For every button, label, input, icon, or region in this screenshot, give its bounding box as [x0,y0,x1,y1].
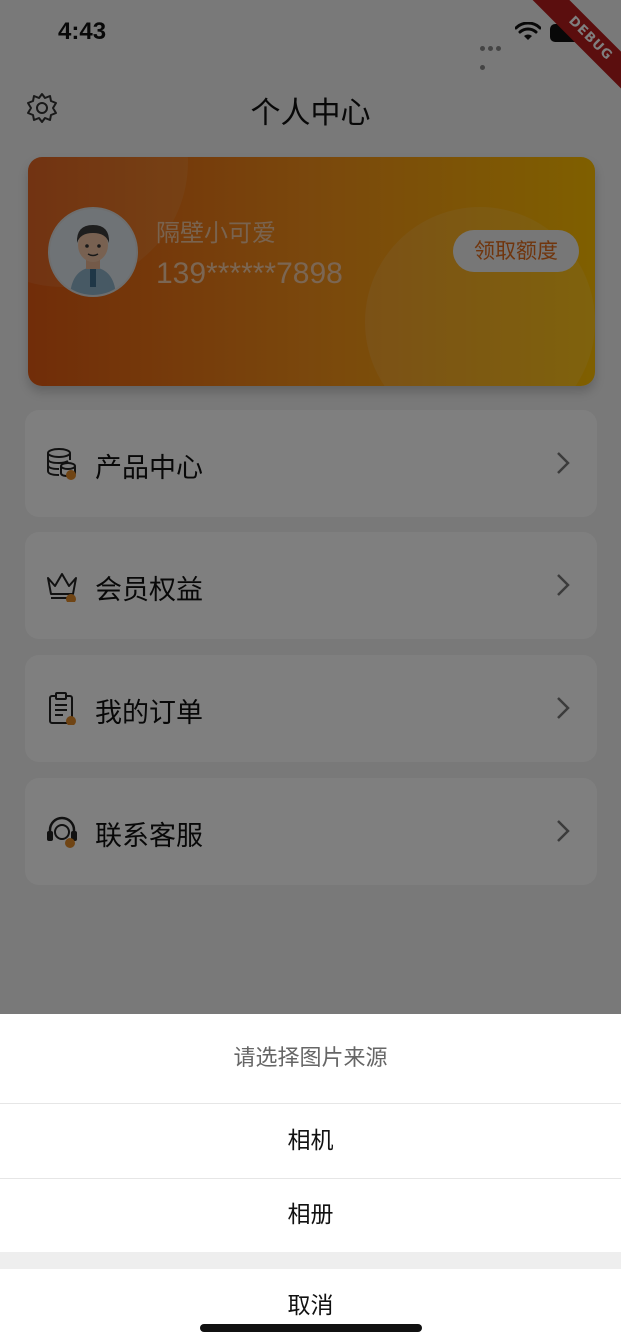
home-indicator [200,1324,422,1332]
camera-option[interactable]: 相机 [0,1104,621,1178]
action-sheet-title: 请选择图片来源 [233,1046,388,1071]
album-option[interactable]: 相册 [0,1179,621,1252]
divider [0,1252,621,1269]
cancel-button[interactable]: 取消 [0,1269,621,1344]
